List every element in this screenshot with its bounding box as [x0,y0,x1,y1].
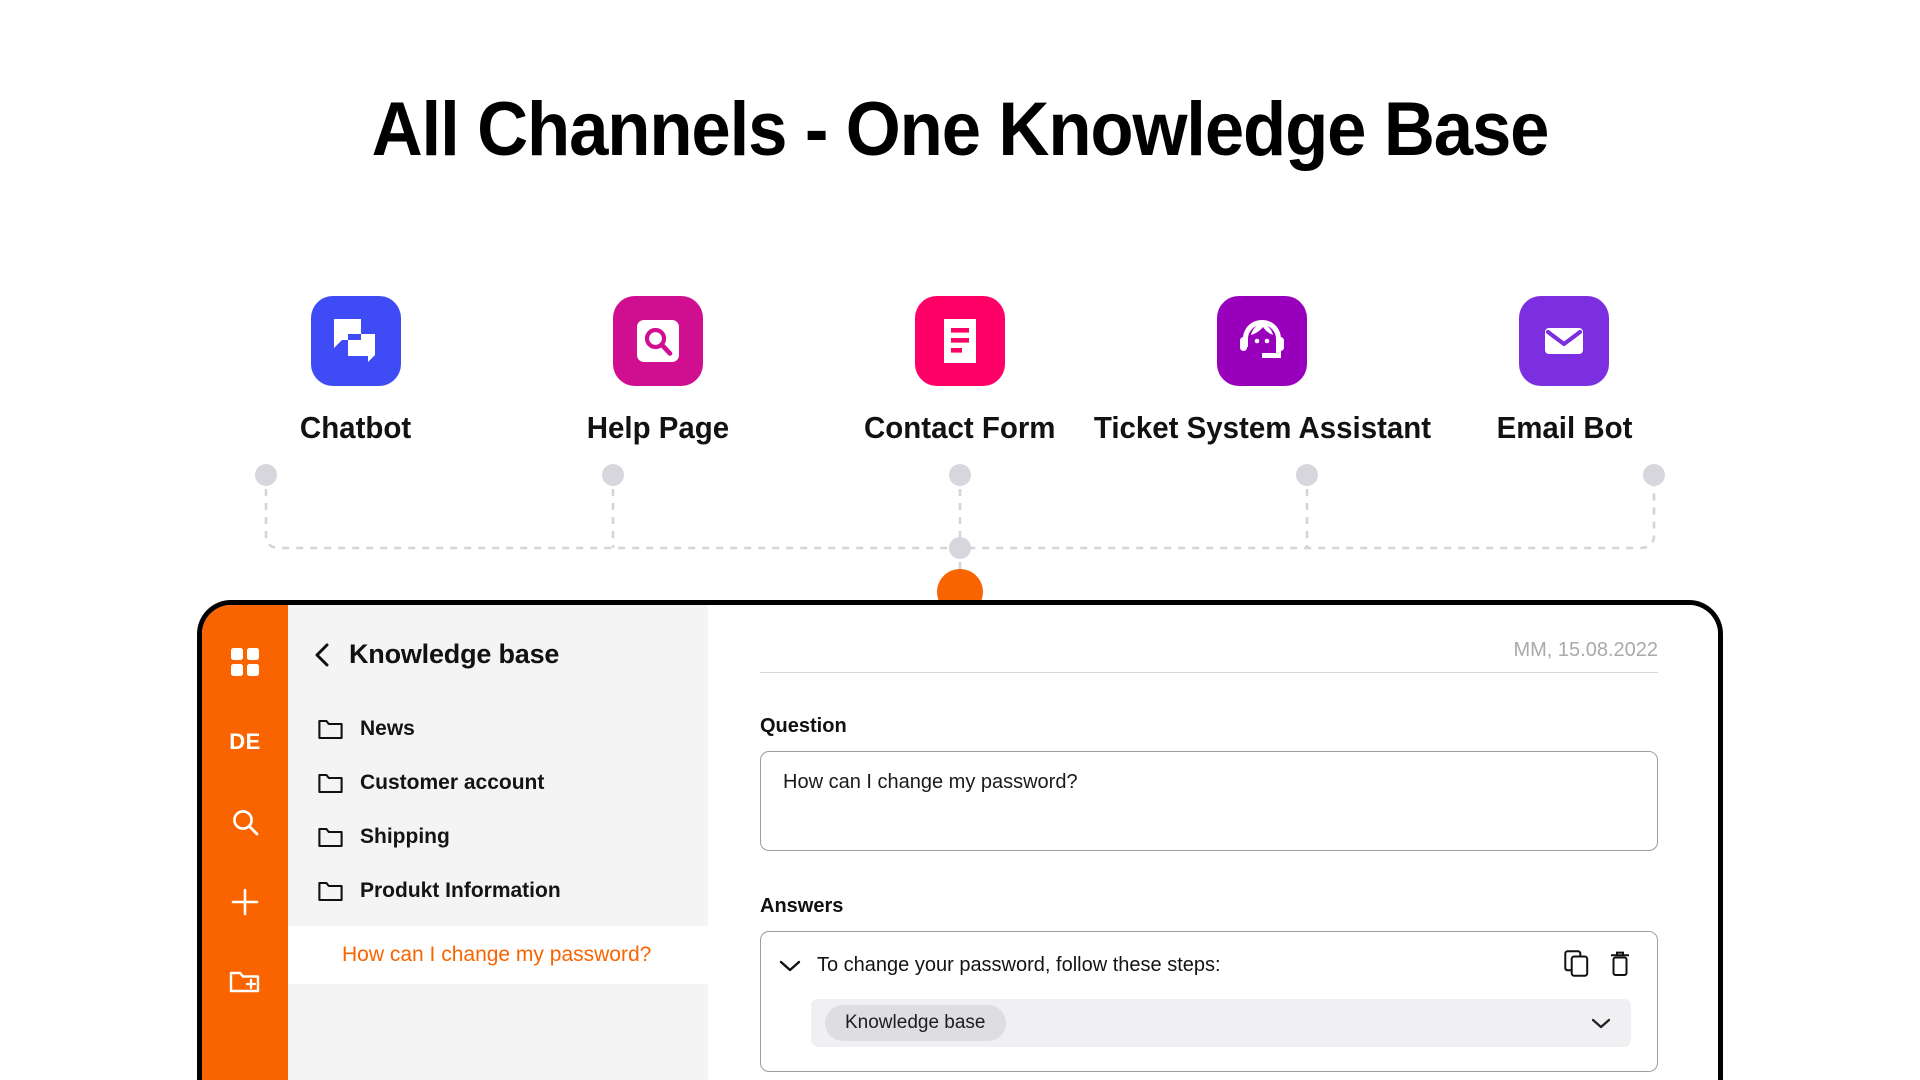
answer-action-buttons [1564,950,1631,977]
chevron-down-icon[interactable] [1591,1017,1611,1030]
knowledge-base-hub-dot [937,569,983,600]
folder-icon [318,827,343,848]
tree-folder-row[interactable]: Shipping [288,810,708,864]
connector-node [255,464,277,486]
copy-icon[interactable] [1564,950,1589,977]
source-chip: Knowledge base [825,1005,1006,1041]
sidebar-item-search[interactable] [223,803,267,841]
envelope-icon [1545,328,1583,354]
channel-ticket-system[interactable]: Ticket System Assistant [1093,296,1431,446]
sidebar-item-add[interactable] [223,883,267,921]
folder-icon [318,881,343,902]
folder-label: Customer account [360,771,545,794]
folder-icon [318,773,343,794]
tree-header: Knowledge base [288,639,708,670]
answer-header[interactable]: To change your password, follow these st… [779,954,1631,977]
sidebar-item-new-folder[interactable] [223,963,267,1001]
folder-label: News [360,717,415,740]
connector-node [1296,464,1318,486]
app-window: DE Knowledge base News Customer account … [197,600,1723,1080]
channel-email-bot[interactable]: Email Bot [1413,296,1715,446]
folder-label: Produkt Information [360,879,561,902]
search-page-icon [637,320,679,362]
form-document-icon [944,319,976,363]
help-page-icon-tile[interactable] [613,296,703,386]
connector-node [602,464,624,486]
connector-node [1643,464,1665,486]
channel-connector-diagram [255,464,1665,600]
page-root: All Channels - One Knowledge Base Chatbo… [0,0,1920,1080]
folder-label: Shipping [360,825,450,848]
tree-folder-row[interactable]: Produkt Information [288,864,708,918]
contact-form-icon-tile[interactable] [915,296,1005,386]
article-meta-timestamp: MM, 15.08.2022 [1513,639,1658,661]
channel-contact-form[interactable]: Contact Form [809,296,1111,446]
chevron-down-icon[interactable] [779,959,801,973]
trash-icon[interactable] [1609,950,1631,977]
connector-hub-node [949,537,971,559]
answer-source-select[interactable]: Knowledge base [811,999,1631,1047]
detail-divider [760,672,1658,673]
grid-icon [231,648,259,676]
channel-chatbot[interactable]: Chatbot [205,296,507,446]
tree-empty-space [288,984,708,1080]
chat-bubbles-icon [334,319,375,362]
question-label: Question [760,715,847,737]
new-folder-icon [229,971,260,993]
page-title: All Channels - One Knowledge Base [371,87,1550,172]
connector-node [949,464,971,486]
question-input[interactable]: How can I change my password? [760,751,1658,851]
chatbot-icon-tile[interactable] [311,296,401,386]
sidebar-item-language[interactable]: DE [223,723,267,761]
folder-icon [318,719,343,740]
plus-icon [231,888,259,916]
headset-agent-icon [1240,320,1284,358]
tree-folder-row[interactable]: News [288,702,708,756]
answer-card: To change your password, follow these st… [760,931,1658,1072]
back-chevron-icon[interactable] [314,642,331,668]
sidebar-item-dashboard[interactable] [223,643,267,681]
article-detail-pane: MM, 15.08.2022 Question How can I change… [708,605,1718,1080]
answer-text: To change your password, follow these st… [817,954,1221,976]
channel-help-page[interactable]: Help Page [507,296,809,446]
knowledge-base-tree: Knowledge base News Customer account Shi… [288,605,708,1080]
tree-title: Knowledge base [349,639,560,669]
article-label: How can I change my password? [342,943,652,966]
tree-folder-row[interactable]: Customer account [288,756,708,810]
ticket-system-icon-tile[interactable] [1217,296,1307,386]
language-code-label: DE [229,729,261,754]
answers-label: Answers [760,895,844,917]
search-icon [233,810,259,836]
email-bot-icon-tile[interactable] [1519,296,1609,386]
tree-selected-article[interactable]: How can I change my password? [288,926,708,984]
app-sidebar-rail: DE [202,605,288,1080]
